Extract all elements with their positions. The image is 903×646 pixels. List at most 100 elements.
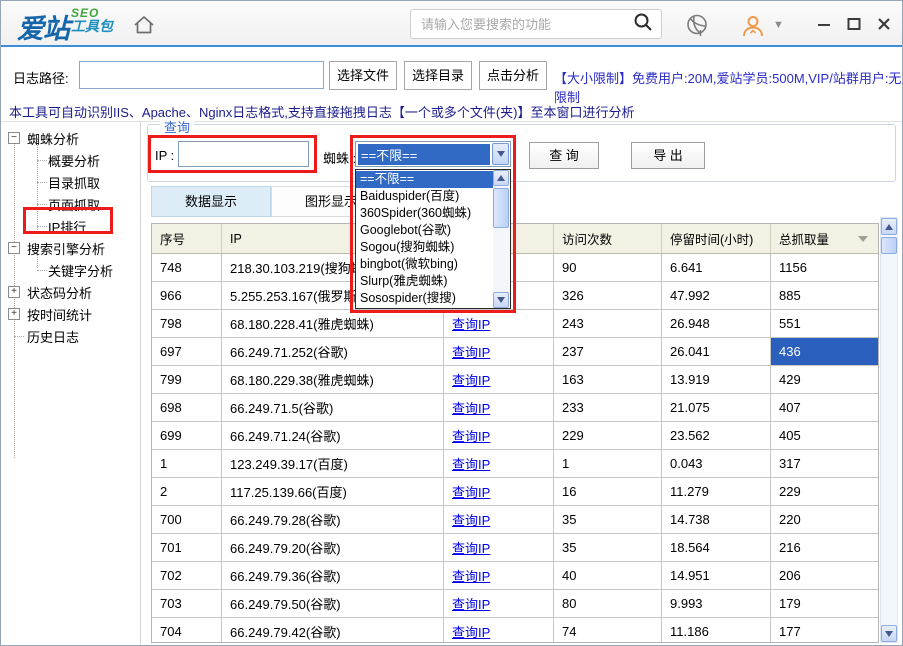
table-cell: 查询IP: [444, 310, 554, 337]
minimize-button[interactable]: [816, 16, 832, 32]
scroll-down-icon[interactable]: [493, 292, 509, 308]
column-header[interactable]: 总抓取量: [771, 224, 878, 253]
query-ip-link[interactable]: 查询IP: [452, 426, 490, 445]
scrollbar-thumb[interactable]: [881, 237, 897, 254]
table-row[interactable]: 9665.255.253.167(俄罗斯蜘蛛)查询IP32647.992885: [152, 282, 878, 310]
table-cell: 查询IP: [444, 394, 554, 421]
sidebar-item-IP排行[interactable]: IP排行: [1, 215, 141, 237]
table-cell: 14.738: [662, 506, 771, 533]
close-button[interactable]: [876, 16, 892, 32]
table-row[interactable]: 69866.249.71.5(谷歌)查询IP23321.075407: [152, 394, 878, 422]
sidebar-item-label: 按时间统计: [27, 305, 92, 324]
query-ip-link[interactable]: 查询IP: [452, 398, 490, 417]
log-path-input[interactable]: [79, 61, 324, 89]
table-cell: 74: [554, 618, 662, 643]
query-ip-link[interactable]: 查询IP: [452, 454, 490, 473]
user-account-icon[interactable]: [740, 13, 766, 44]
sidebar-item-label: 历史日志: [27, 327, 79, 346]
table-cell: 80: [554, 590, 662, 617]
dropdown-scrollbar[interactable]: [493, 170, 510, 308]
header-dropdown-icon[interactable]: [858, 236, 868, 242]
query-ip-link[interactable]: 查询IP: [452, 538, 490, 557]
table-cell: 216: [771, 534, 878, 561]
sidebar-item-状态码分析[interactable]: +状态码分析: [1, 281, 141, 303]
query-ip-link[interactable]: 查询IP: [452, 510, 490, 529]
column-header[interactable]: 序号: [152, 224, 222, 253]
table-row[interactable]: 70266.249.79.36(谷歌)查询IP4014.951206: [152, 562, 878, 590]
scroll-up-icon[interactable]: [493, 170, 509, 186]
table-row[interactable]: 69966.249.71.24(谷歌)查询IP22923.562405: [152, 422, 878, 450]
table-row[interactable]: 70366.249.79.50(谷歌)查询IP809.993179: [152, 590, 878, 618]
spider-option[interactable]: Sosospider(搜搜): [356, 290, 493, 307]
query-ip-link[interactable]: 查询IP: [452, 314, 490, 333]
table-cell: 799: [152, 366, 222, 393]
export-button[interactable]: 导 出: [631, 142, 705, 169]
spider-option[interactable]: bingbot(微软bing): [356, 256, 493, 273]
network-globe-icon[interactable]: [685, 13, 710, 43]
sidebar-item-概要分析[interactable]: 概要分析: [1, 149, 141, 171]
maximize-button[interactable]: [846, 16, 862, 32]
table-row[interactable]: 70466.249.79.42(谷歌)查询IP7411.186177: [152, 618, 878, 643]
table-cell: 11.279: [662, 478, 771, 505]
table-row[interactable]: 2117.25.139.66(百度)查询IP1611.279229: [152, 478, 878, 506]
column-header[interactable]: 停留时间(小时): [662, 224, 771, 253]
minus-toggle-icon[interactable]: −: [8, 132, 20, 144]
sidebar-item-蜘蛛分析[interactable]: −蜘蛛分析: [1, 127, 141, 149]
spider-option[interactable]: Googlebot(谷歌): [356, 222, 493, 239]
sidebar-item-历史日志[interactable]: 历史日志: [1, 325, 141, 347]
table-cell: 16: [554, 478, 662, 505]
sidebar-item-按时间统计[interactable]: + 按时间统计: [1, 303, 141, 325]
spider-option[interactable]: ==不限==: [356, 171, 493, 188]
spider-dropdown-items: ==不限==Baiduspider(百度)360Spider(360蜘蛛)Goo…: [356, 171, 493, 307]
log-path-label: 日志路径:: [13, 68, 69, 87]
table-row[interactable]: 748218.30.103.219(搜狗蜘蛛)查询IP906.6411156: [152, 254, 878, 282]
query-ip-link[interactable]: 查询IP: [452, 342, 490, 361]
query-ip-link[interactable]: 查询IP: [452, 370, 490, 389]
table-row[interactable]: 79868.180.228.41(雅虎蜘蛛)查询IP24326.948551: [152, 310, 878, 338]
spider-option[interactable]: Baiduspider(百度): [356, 188, 493, 205]
user-menu-caret-icon[interactable]: ▼: [773, 19, 784, 31]
spider-option[interactable]: Sogou(搜狗蜘蛛): [356, 239, 493, 256]
table-scrollbar[interactable]: [880, 217, 898, 643]
drag-drop-hint: 本工具可自动识别IIS、Apache、Nginx日志格式,支持直接拖拽日志【一个…: [9, 102, 635, 121]
chevron-down-icon[interactable]: [492, 143, 509, 165]
table-row[interactable]: 70066.249.79.28(谷歌)查询IP3514.738220: [152, 506, 878, 534]
ip-filter-input[interactable]: [178, 141, 309, 167]
analyze-button[interactable]: 点击分析: [479, 61, 547, 90]
scrollbar-thumb[interactable]: [493, 188, 509, 228]
tab-data-view[interactable]: 数据显示: [151, 186, 271, 217]
sidebar-item-目录抓取[interactable]: 目录抓取: [1, 171, 141, 193]
tree-branch-line: [14, 336, 24, 337]
search-input[interactable]: [411, 17, 633, 32]
plus-toggle-icon[interactable]: +: [8, 286, 20, 298]
select-file-button[interactable]: 选择文件: [329, 61, 397, 90]
sidebar-item-页面抓取[interactable]: 页面抓取: [1, 193, 141, 215]
query-ip-link[interactable]: 查询IP: [452, 594, 490, 613]
table-cell: 9.993: [662, 590, 771, 617]
table-row[interactable]: 70166.249.79.20(谷歌)查询IP3518.564216: [152, 534, 878, 562]
query-button[interactable]: 查 询: [529, 142, 599, 169]
table-header-row: 序号IP访问次数停留时间(小时)总抓取量: [152, 224, 878, 254]
table-cell: 35: [554, 506, 662, 533]
select-dir-button[interactable]: 选择目录: [404, 61, 472, 90]
minus-toggle-icon[interactable]: −: [8, 242, 20, 254]
table-row[interactable]: 79968.180.229.38(雅虎蜘蛛)查询IP16313.919429: [152, 366, 878, 394]
sidebar-item-搜索引擎分析[interactable]: −搜索引擎分析: [1, 237, 141, 259]
query-ip-link[interactable]: 查询IP: [452, 622, 490, 641]
scroll-down-icon[interactable]: [881, 625, 897, 642]
table-row[interactable]: 1123.249.39.17(百度)查询IP10.043317: [152, 450, 878, 478]
search-icon[interactable]: [633, 12, 653, 37]
spider-filter-label: 蜘蛛 :: [323, 148, 356, 167]
query-ip-link[interactable]: 查询IP: [452, 482, 490, 501]
query-ip-link[interactable]: 查询IP: [452, 566, 490, 585]
scroll-up-icon[interactable]: [881, 218, 897, 235]
spider-option[interactable]: Slurp(雅虎蜘蛛): [356, 273, 493, 290]
home-icon[interactable]: [132, 13, 156, 37]
spider-select[interactable]: ==不限==: [355, 141, 511, 167]
plus-toggle-icon[interactable]: +: [8, 308, 20, 320]
spider-option[interactable]: 360Spider(360蜘蛛): [356, 205, 493, 222]
sidebar-item-关键字分析[interactable]: 关键字分析: [1, 259, 141, 281]
column-header[interactable]: 访问次数: [554, 224, 662, 253]
table-row[interactable]: 69766.249.71.252(谷歌)查询IP23726.041436: [152, 338, 878, 366]
tree-branch-line: [37, 160, 47, 161]
